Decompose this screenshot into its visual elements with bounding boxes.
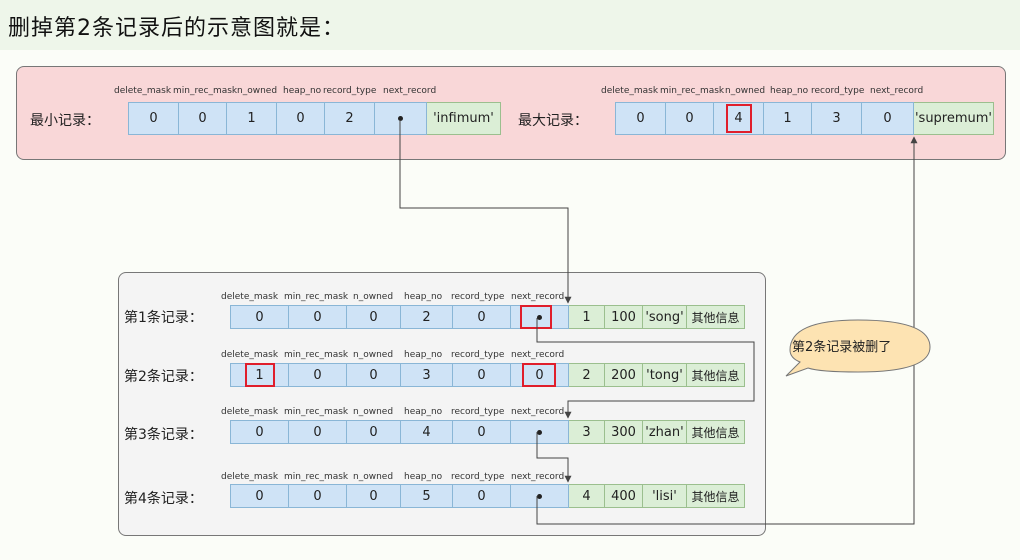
link-record-3-to-record-4 xyxy=(536,432,572,483)
link-infimum-to-record-1 xyxy=(399,120,572,304)
pointer-links xyxy=(399,120,931,525)
deleted-callout-text: 第2条记录被删了 xyxy=(792,340,892,355)
link-record-1-to-record-3 xyxy=(536,318,755,419)
